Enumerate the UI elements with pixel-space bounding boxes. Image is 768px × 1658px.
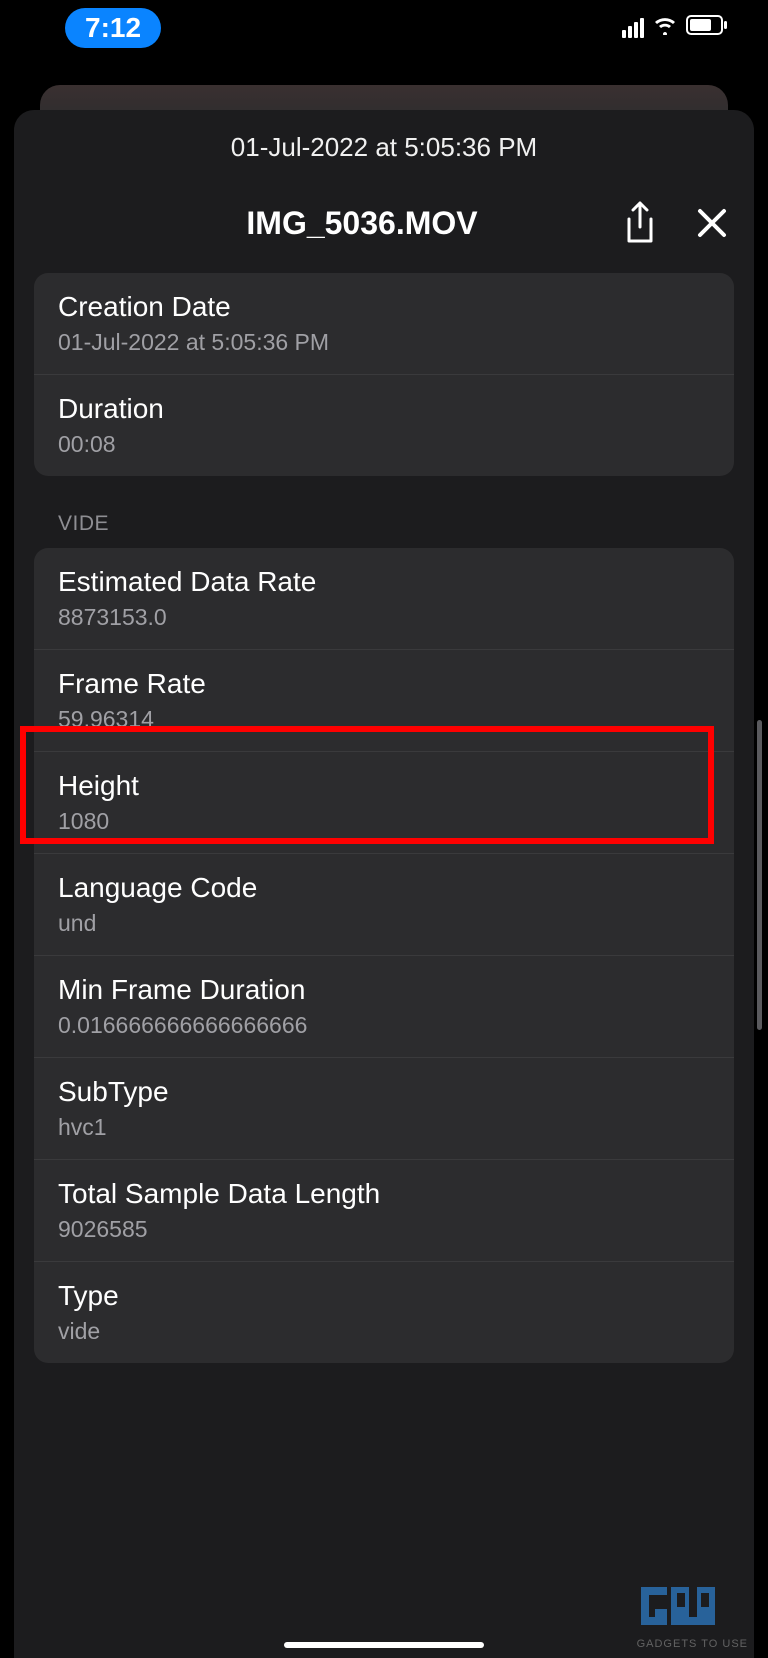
watermark: GADGETS TO USE <box>637 1581 748 1650</box>
vide-card: Estimated Data Rate 8873153.0 Frame Rate… <box>34 548 734 1363</box>
status-icons <box>622 15 728 40</box>
row-label: SubType <box>58 1076 710 1108</box>
row-value: und <box>58 910 710 937</box>
language-code-row: Language Code und <box>34 854 734 956</box>
status-bar: 7:12 <box>0 0 768 55</box>
sheet-content: Creation Date 01-Jul-2022 at 5:05:36 PM … <box>14 273 754 1363</box>
row-label: Creation Date <box>58 291 710 323</box>
battery-icon <box>686 15 728 40</box>
frame-rate-row: Frame Rate 59.96314 <box>34 650 734 752</box>
row-label: Height <box>58 770 710 802</box>
home-indicator[interactable] <box>284 1642 484 1648</box>
min-frame-duration-row: Min Frame Duration 0.016666666666666666 <box>34 956 734 1058</box>
share-button[interactable] <box>618 201 662 245</box>
row-label: Duration <box>58 393 710 425</box>
close-icon <box>696 207 728 239</box>
watermark-text: GADGETS TO USE <box>637 1638 748 1650</box>
row-value: 9026585 <box>58 1216 710 1243</box>
row-value: 00:08 <box>58 431 710 458</box>
row-value: 8873153.0 <box>58 604 710 631</box>
vide-section-header: VIDE <box>34 512 734 536</box>
height-row: Height 1080 <box>34 752 734 854</box>
row-label: Min Frame Duration <box>58 974 710 1006</box>
estimated-data-rate-row: Estimated Data Rate 8873153.0 <box>34 548 734 650</box>
close-button[interactable] <box>690 201 734 245</box>
row-value: vide <box>58 1318 710 1345</box>
general-card: Creation Date 01-Jul-2022 at 5:05:36 PM … <box>34 273 734 476</box>
creation-date-row: Creation Date 01-Jul-2022 at 5:05:36 PM <box>34 273 734 375</box>
row-label: Frame Rate <box>58 668 710 700</box>
watermark-logo-icon <box>637 1581 725 1637</box>
row-value: 1080 <box>58 808 710 835</box>
scrollbar[interactable] <box>757 720 762 1030</box>
wifi-icon <box>652 15 678 40</box>
cellular-signal-icon <box>622 18 644 38</box>
row-label: Estimated Data Rate <box>58 566 710 598</box>
row-value: hvc1 <box>58 1114 710 1141</box>
type-row: Type vide <box>34 1262 734 1363</box>
row-label: Type <box>58 1280 710 1312</box>
sheet-date: 01-Jul-2022 at 5:05:36 PM <box>14 132 754 163</box>
status-time: 7:12 <box>65 8 161 48</box>
row-label: Total Sample Data Length <box>58 1178 710 1210</box>
duration-row: Duration 00:08 <box>34 375 734 476</box>
info-sheet: 01-Jul-2022 at 5:05:36 PM IMG_5036.MOV C… <box>14 110 754 1658</box>
row-value: 0.016666666666666666 <box>58 1012 710 1039</box>
sheet-header: 01-Jul-2022 at 5:05:36 PM IMG_5036.MOV <box>14 110 754 263</box>
share-icon <box>622 201 658 245</box>
row-value: 59.96314 <box>58 706 710 733</box>
row-value: 01-Jul-2022 at 5:05:36 PM <box>58 329 710 356</box>
subtype-row: SubType hvc1 <box>34 1058 734 1160</box>
row-label: Language Code <box>58 872 710 904</box>
total-sample-data-length-row: Total Sample Data Length 9026585 <box>34 1160 734 1262</box>
sheet-title: IMG_5036.MOV <box>34 205 590 242</box>
